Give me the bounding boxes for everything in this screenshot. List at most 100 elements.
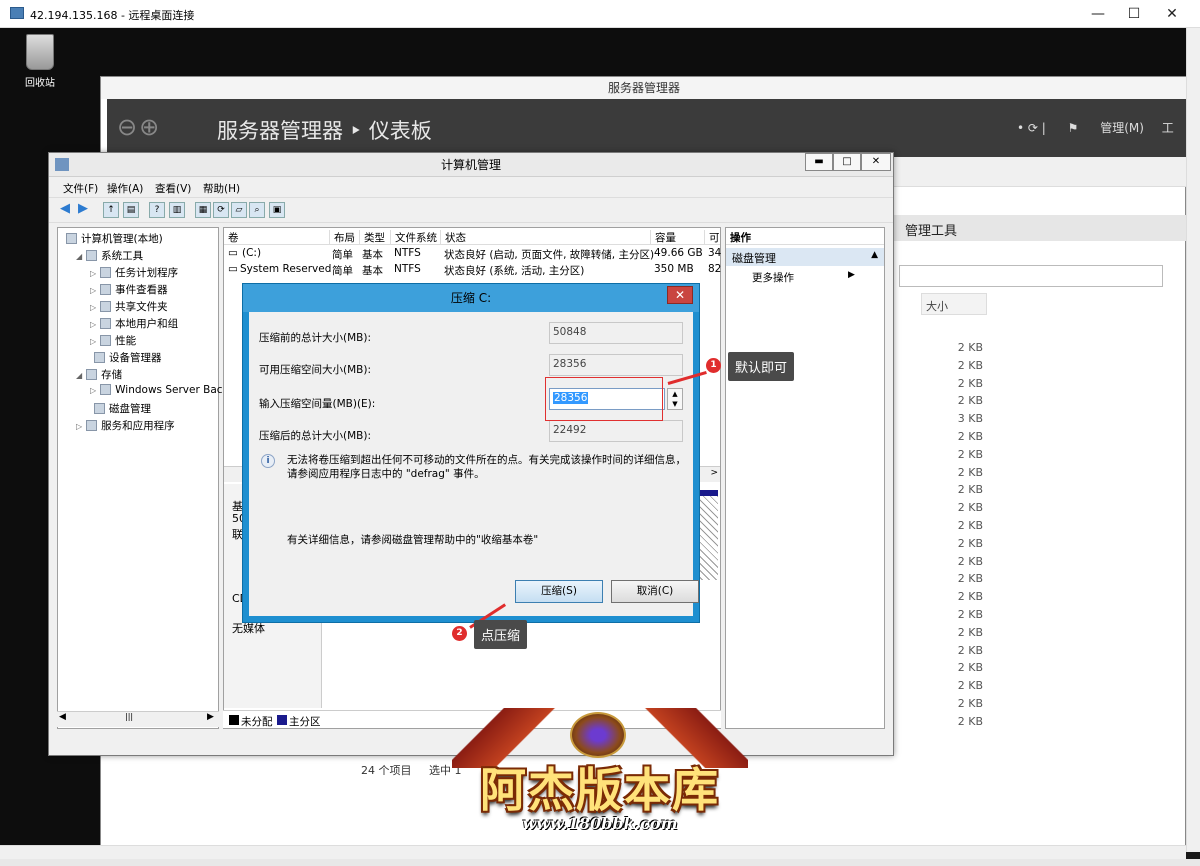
forward-icon[interactable]: ▶ bbox=[75, 202, 91, 218]
scroll-right-icon[interactable]: ▶ bbox=[207, 712, 214, 722]
tree-node-icon bbox=[94, 403, 105, 414]
tree-item[interactable]: ▷ 事件查看器 bbox=[90, 282, 168, 297]
tree-item[interactable]: 磁盘管理 bbox=[90, 401, 151, 416]
tools-menu[interactable]: 工 bbox=[1162, 121, 1174, 135]
tree-item[interactable]: ◢ 存储 bbox=[76, 367, 122, 382]
size-cell: 2 KB bbox=[957, 679, 983, 693]
shrink-button[interactable]: 压缩(S) bbox=[515, 580, 603, 603]
expander-icon[interactable]: ◢ bbox=[76, 371, 82, 380]
tree-node-icon bbox=[66, 233, 77, 244]
tree-item[interactable]: ▷ 任务计划程序 bbox=[90, 265, 178, 280]
recycle-bin[interactable]: 回收站 bbox=[18, 34, 62, 89]
back-forward-icon[interactable]: ⊖⊕ bbox=[117, 113, 179, 143]
address-box[interactable] bbox=[899, 265, 1163, 287]
col-volume[interactable]: 卷 bbox=[224, 230, 330, 244]
tree-item-label: 性能 bbox=[115, 335, 137, 347]
help-icon[interactable]: ? bbox=[149, 202, 165, 218]
legend-unallocated: 未分配 bbox=[241, 716, 273, 728]
scroll-thumb[interactable]: ||| bbox=[125, 712, 133, 721]
expander-icon[interactable]: ▷ bbox=[90, 286, 96, 295]
menu-view[interactable]: 查看(V) bbox=[155, 181, 191, 196]
expander-icon[interactable]: ▷ bbox=[90, 386, 96, 395]
tree-item[interactable]: 计算机管理(本地) bbox=[62, 231, 163, 246]
expander-icon[interactable]: ▷ bbox=[90, 320, 96, 329]
step-1-callout: 默认即可 bbox=[728, 352, 795, 381]
col-type[interactable]: 类型 bbox=[360, 230, 391, 244]
scroll-right-icon[interactable]: > bbox=[710, 468, 718, 478]
menu-action[interactable]: 操作(A) bbox=[107, 181, 143, 196]
expander-icon[interactable]: ▷ bbox=[90, 337, 96, 346]
close-button[interactable]: ✕ bbox=[1152, 2, 1192, 26]
cm-maximize-button[interactable]: □ bbox=[833, 153, 861, 171]
volume-row[interactable]: ▭ System Reserved 简单 基本 NTFS 状态良好 (系统, 活… bbox=[224, 262, 721, 278]
size-cell: 2 KB bbox=[957, 358, 983, 372]
primary-swatch bbox=[277, 715, 287, 725]
tree-item[interactable]: ▷ 本地用户和组 bbox=[90, 316, 178, 331]
back-icon[interactable]: ◀ bbox=[57, 202, 73, 218]
open-icon[interactable]: ▱ bbox=[231, 202, 247, 218]
up-folder-icon[interactable]: ↑ bbox=[103, 202, 119, 218]
col-status[interactable]: 状态 bbox=[441, 230, 651, 244]
properties-icon[interactable]: ▦ bbox=[195, 202, 211, 218]
cm-close-button[interactable]: ✕ bbox=[861, 153, 891, 171]
flag-icon[interactable]: ⚑ bbox=[1068, 121, 1079, 135]
tree-item-label: 事件查看器 bbox=[115, 284, 168, 296]
server-manager-header: ⊖⊕ 服务器管理器 ‣ 仪表板 • ⟳ | ⚑ 管理(M) 工 bbox=[107, 99, 1187, 157]
refresh-icon[interactable]: • ⟳ | bbox=[1017, 121, 1046, 135]
volume-layout: 简单 bbox=[332, 249, 353, 261]
col-capacity[interactable]: 容量 bbox=[651, 230, 705, 244]
submenu-arrow-icon: ▶ bbox=[848, 270, 855, 280]
size-cell: 2 KB bbox=[957, 376, 983, 390]
actions-disk-management[interactable]: 磁盘管理 ▲ bbox=[726, 248, 884, 266]
volume-row[interactable]: ▭ (C:) 简单 基本 NTFS 状态良好 (启动, 页面文件, 故障转储, … bbox=[224, 246, 721, 262]
step-2-badge: 2 bbox=[452, 626, 467, 641]
action-pane-icon[interactable]: ▥ bbox=[169, 202, 185, 218]
col-free[interactable]: 可 bbox=[705, 230, 720, 244]
shrink-dialog-title: 压缩 C: bbox=[243, 284, 699, 312]
size-column-header[interactable]: 大小 bbox=[921, 293, 987, 315]
show-tree-icon[interactable]: ▤ bbox=[123, 202, 139, 218]
minimize-button[interactable]: — bbox=[1078, 2, 1118, 26]
dialog-close-button[interactable]: ✕ bbox=[667, 286, 693, 304]
rescan-icon[interactable]: ⟳ bbox=[213, 202, 229, 218]
maximize-button[interactable]: ☐ bbox=[1114, 2, 1154, 26]
volume-capacity: 49.66 GB bbox=[654, 247, 703, 259]
size-cell: 2 KB bbox=[957, 643, 983, 657]
drive-icon: ▭ bbox=[228, 263, 238, 275]
expander-icon[interactable]: ▷ bbox=[90, 269, 96, 278]
expander-icon[interactable]: ◢ bbox=[76, 252, 82, 261]
computer-management-title: 计算机管理 bbox=[440, 158, 501, 172]
tree-item[interactable]: ▷ 服务和应用程序 bbox=[76, 418, 175, 433]
menu-file[interactable]: 文件(F) bbox=[63, 181, 98, 196]
tree-item[interactable]: ▷ Windows Server Back bbox=[90, 384, 229, 396]
windows-logo-icon bbox=[1001, 778, 1035, 804]
remote-desktop-icon bbox=[10, 7, 24, 19]
tree-item[interactable]: 设备管理器 bbox=[90, 350, 162, 365]
collapse-icon[interactable]: ▲ bbox=[871, 250, 878, 260]
tree-item[interactable]: ◢ 系统工具 bbox=[76, 248, 143, 263]
expander-icon[interactable]: ▷ bbox=[90, 303, 96, 312]
shrink-amount-label: 输入压缩空间量(MB)(E): bbox=[259, 398, 376, 410]
settings-icon[interactable]: ▣ bbox=[269, 202, 285, 218]
rdp-vertical-scrollbar[interactable] bbox=[1186, 28, 1200, 852]
tree-node-icon bbox=[86, 369, 98, 380]
tree-item[interactable]: ▷ 性能 bbox=[90, 333, 136, 348]
more-actions[interactable]: 更多操作 ▶ bbox=[752, 270, 855, 285]
manage-menu[interactable]: 管理(M) bbox=[1100, 121, 1144, 135]
size-cell: 2 KB bbox=[957, 625, 983, 639]
cm-minimize-button[interactable]: ▬ bbox=[805, 153, 833, 171]
shrink-amount-spinner[interactable]: ▲ ▼ bbox=[667, 388, 683, 410]
expander-icon[interactable]: ▷ bbox=[76, 422, 82, 431]
tree-horizontal-scrollbar[interactable]: ◀ ||| ▶ bbox=[57, 711, 219, 727]
rdp-horizontal-scrollbar[interactable] bbox=[0, 845, 1186, 859]
tree-item-label: Windows Server Back bbox=[115, 384, 229, 396]
cancel-button[interactable]: 取消(C) bbox=[611, 580, 699, 603]
tree-node-icon bbox=[86, 250, 98, 261]
col-layout[interactable]: 布局 bbox=[330, 230, 360, 244]
search-icon[interactable]: ⌕ bbox=[249, 202, 265, 218]
scroll-left-icon[interactable]: ◀ bbox=[59, 712, 66, 722]
col-filesystem[interactable]: 文件系统 bbox=[391, 230, 441, 244]
tree-item[interactable]: ▷ 共享文件夹 bbox=[90, 299, 168, 314]
menu-help[interactable]: 帮助(H) bbox=[203, 181, 240, 196]
available-shrink-label: 可用压缩空间大小(MB): bbox=[259, 364, 371, 376]
